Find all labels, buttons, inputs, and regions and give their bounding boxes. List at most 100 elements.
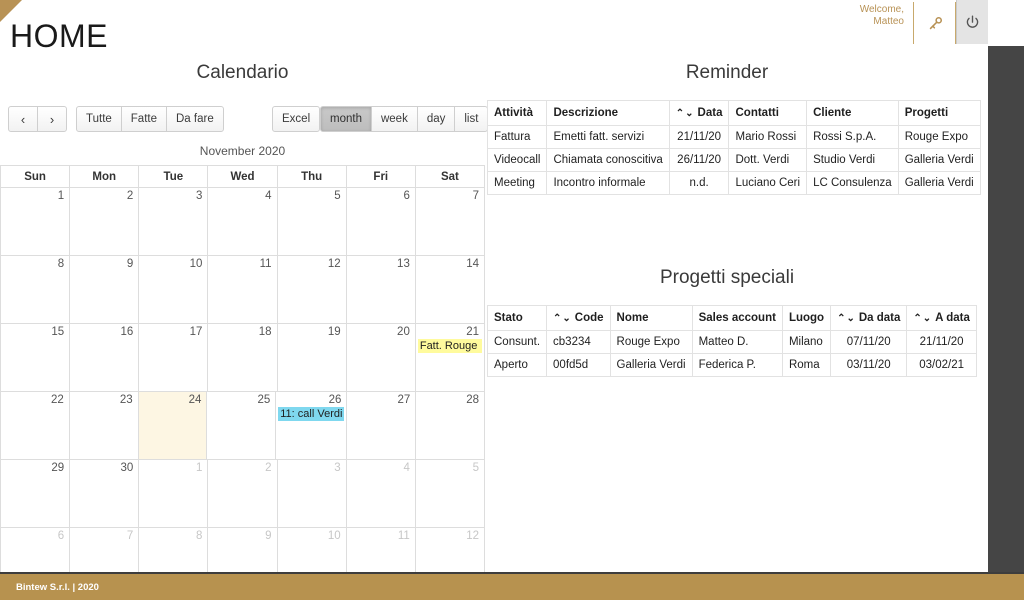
filter-dafare-button[interactable]: Da fare	[166, 106, 224, 132]
reminder-row[interactable]: Fattura Emetti fatt. servizi 21/11/20 Mario…	[486, 125, 981, 149]
calendar-day-cell[interactable]: 12	[277, 256, 347, 324]
sort-arrows-icon[interactable]: ⌃⌄	[553, 313, 572, 324]
view-week-button[interactable]: week	[370, 106, 418, 132]
progetti-section: Progetti speciali Stato ⌃⌄ Code Nome Sales a…	[486, 267, 977, 377]
calendar-day-cell[interactable]: 11	[208, 256, 278, 324]
column-header-nome: Nome	[609, 305, 693, 331]
calendar-day-cell[interactable]: 5	[415, 460, 485, 528]
calendar-day-cell[interactable]: 26 11: call Verdi	[276, 392, 348, 460]
view-list-button[interactable]: list	[454, 106, 489, 132]
calendar-event[interactable]: Fatt. Rouge	[417, 339, 482, 353]
calendar-month-label: November 2020	[199, 144, 286, 158]
calendar-weekday-fri: Fri	[346, 166, 416, 188]
calendar-day-cell[interactable]: 21 Fatt. Rouge	[415, 324, 485, 392]
calendar-day-cell[interactable]: 23	[69, 392, 139, 460]
calendar-day-cell[interactable]: 25	[207, 392, 277, 460]
table-cell: Milano	[781, 330, 832, 354]
calendar-day-cell[interactable]: 14	[415, 256, 485, 324]
calendar-day-cell[interactable]: 2	[70, 188, 140, 256]
calendar-day-cell[interactable]: 18	[208, 324, 278, 392]
calendar-day-cell[interactable]: 15	[1, 324, 71, 392]
calendar-day-number: 10	[189, 258, 203, 270]
sort-arrows-icon[interactable]: ⌃⌄	[837, 313, 856, 324]
calendar-day-cell[interactable]: 19	[277, 324, 347, 392]
calendar-day-cell[interactable]: 1	[139, 460, 209, 528]
column-header-da-data[interactable]: ⌃⌄ Da data	[830, 305, 908, 331]
column-header-label: Progetti	[904, 107, 949, 119]
calendar-day-cell[interactable]: 29	[1, 460, 71, 528]
calendar-day-cell[interactable]: 10	[139, 256, 209, 324]
calendar-export-group: Excel	[272, 106, 321, 132]
welcome-line-1: Welcome,	[859, 4, 904, 15]
table-cell: n.d.	[668, 171, 730, 195]
table-cell: 03/11/20	[830, 353, 908, 377]
sort-arrows-icon[interactable]: ⌃⌄	[913, 313, 932, 324]
reminder-row[interactable]: Videocall Chiamata conoscitiva 26/11/20 Dot…	[486, 148, 981, 172]
calendar-week-row: 15 16 17 18 19 20 21 Fatt. Rouge	[1, 324, 485, 392]
welcome-message: Welcome, Matteo	[834, 4, 904, 28]
sort-arrows-icon[interactable]: ⌃⌄	[676, 108, 695, 119]
view-month-button[interactable]: month	[320, 106, 372, 132]
column-header-label: A data	[935, 312, 970, 324]
footer-text: Bintew S.r.l. | 2020	[16, 581, 99, 593]
calendar-day-cell[interactable]: 17	[139, 324, 209, 392]
calendar-week-row: 29 30 1 2 3 4 5	[1, 460, 485, 528]
calendar-day-cell[interactable]: 30	[70, 460, 140, 528]
calendar-day-cell[interactable]: 9	[70, 256, 140, 324]
calendar-day-cell[interactable]: 6	[346, 188, 416, 256]
calendar-day-cell[interactable]: 3	[139, 188, 209, 256]
table-header-row: Stato ⌃⌄ Code Nome Sales account Luogo ⌃⌄ Da da…	[486, 305, 977, 331]
calendar-day-cell[interactable]: 5	[277, 188, 347, 256]
table-cell: 07/11/20	[830, 330, 908, 354]
calendar-day-number: 12	[327, 258, 341, 270]
calendar-day-number: 6	[403, 190, 410, 202]
table-cell: Galleria Verdi	[897, 148, 981, 172]
column-header-label: Code	[574, 312, 604, 324]
calendar-day-cell[interactable]: 8	[1, 256, 71, 324]
calendar-day-cell[interactable]: 22	[1, 392, 70, 460]
calendar-prev-button[interactable]: ‹	[8, 106, 38, 132]
calendar-day-number: 6	[57, 530, 65, 542]
calendar-day-cell[interactable]: 13	[346, 256, 416, 324]
table-cell: 03/02/21	[906, 353, 977, 377]
progetti-row[interactable]: Aperto 00fd5d Galleria Verdi Federica P. Rom…	[486, 353, 977, 377]
calendar-day-number: 17	[189, 326, 203, 338]
calendar-day-cell[interactable]: 3	[277, 460, 347, 528]
calendar-day-cell[interactable]: 1	[1, 188, 71, 256]
calendar-day-cell[interactable]: 2	[208, 460, 278, 528]
calendar-day-number: 21	[466, 326, 479, 338]
filter-fatte-button[interactable]: Fatte	[120, 106, 167, 132]
calendar-day-cell[interactable]: 24	[138, 392, 208, 460]
calendar-next-button[interactable]: ›	[37, 106, 67, 132]
column-header-code[interactable]: ⌃⌄ Code	[546, 305, 611, 331]
page-title: HOME	[10, 18, 108, 54]
calendar-event[interactable]: 11: call Verdi	[278, 407, 345, 421]
calendar-day-number: 24	[188, 394, 202, 406]
calendar-day-cell[interactable]: 28	[416, 392, 486, 460]
column-header-data[interactable]: ⌃⌄ Data	[668, 100, 730, 126]
calendar-day-cell[interactable]: 7	[415, 188, 485, 256]
reminder-row[interactable]: Meeting Incontro informale n.d. Luciano Cer…	[486, 171, 981, 195]
table-header-row: Attività Descrizione ⌃⌄ Data Contatti Cliente…	[486, 100, 981, 126]
calendar-day-cell[interactable]: 4	[208, 188, 278, 256]
calendar-day-cell[interactable]: 20	[346, 324, 416, 392]
table-cell: Rouge Expo	[609, 330, 693, 354]
filter-tutte-button[interactable]: Tutte	[76, 106, 122, 132]
power-button[interactable]	[956, 0, 988, 44]
progetti-row[interactable]: Consunt. cb3234 Rouge Expo Matteo D. Milano 0…	[486, 330, 977, 354]
key-icon[interactable]	[922, 12, 948, 34]
view-day-button[interactable]: day	[416, 106, 456, 132]
reminder-title: Reminder	[685, 62, 769, 83]
calendar-day-cell[interactable]: 27	[347, 392, 417, 460]
column-header-label: Nome	[616, 312, 649, 324]
column-header-label: Attività	[494, 107, 533, 119]
calendar-day-number: 19	[327, 326, 341, 338]
column-header-label: Stato	[494, 312, 523, 324]
column-header-a-data[interactable]: ⌃⌄ A data	[906, 305, 977, 331]
calendar-day-cell[interactable]: 4	[346, 460, 416, 528]
calendar-day-number: 2	[126, 190, 134, 202]
export-excel-button[interactable]: Excel	[272, 106, 321, 132]
calendar-day-cell[interactable]: 16	[70, 324, 140, 392]
calendar-weekday-tue: Tue	[139, 166, 209, 188]
table-cell: LC Consulenza	[806, 171, 899, 195]
